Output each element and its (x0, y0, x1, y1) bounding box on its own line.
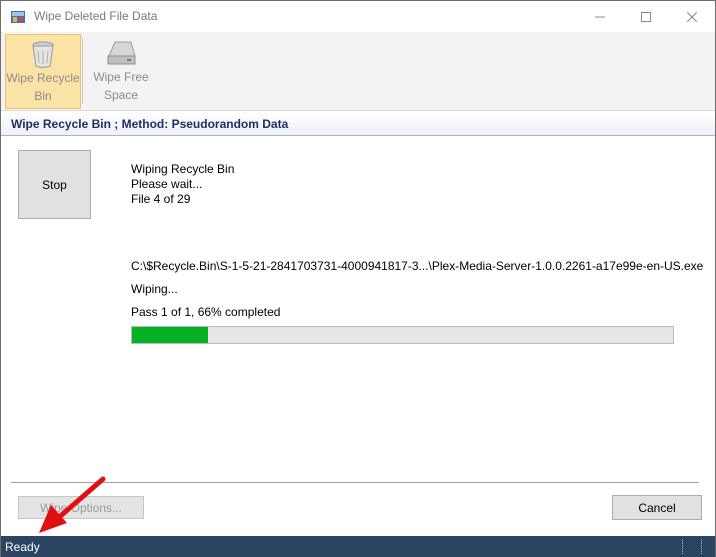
pass-progress-text: Pass 1 of 1, 66% completed (131, 305, 281, 319)
cancel-button[interactable]: Cancel (612, 495, 702, 520)
wipe-free-space-label-line2: Space (103, 88, 139, 102)
resize-grip[interactable] (701, 539, 703, 554)
maximize-button[interactable] (623, 1, 669, 32)
wipe-recycle-bin-tool-button[interactable]: Wipe Recycle Bin (5, 34, 81, 109)
window-title: Wipe Deleted File Data (34, 9, 158, 23)
recycle-bin-icon (32, 41, 54, 68)
stop-button[interactable]: Stop (18, 150, 91, 219)
toolbar: Wipe Recycle Bin Wipe Free Space (1, 32, 715, 111)
annotation-arrow-icon (39, 476, 106, 533)
status-line-2: Please wait... (131, 177, 203, 191)
status-bar-text: Ready (5, 540, 40, 554)
minimize-button[interactable] (577, 1, 623, 32)
app-icon (10, 9, 26, 25)
progress-bar (131, 326, 674, 344)
method-header-text: Wipe Recycle Bin ; Method: Pseudorandom … (11, 117, 289, 131)
method-header: Wipe Recycle Bin ; Method: Pseudorandom … (1, 112, 715, 136)
wipe-deleted-file-data-window: Wipe Deleted File Data Wipe Recycle Bin (0, 0, 716, 557)
progress-bar-fill (132, 327, 208, 343)
file-count: File 4 of 29 (131, 192, 191, 206)
wipe-recycle-bin-label-line1: Wipe Recycle (6, 71, 80, 85)
current-file-path: C:\$Recycle.Bin\S-1-5-21-2841703731-4000… (131, 259, 704, 273)
wipe-free-space-label-line1: Wipe Free (93, 70, 149, 84)
close-button[interactable] (669, 1, 715, 32)
status-line-1: Wiping Recycle Bin (131, 162, 235, 176)
status-bar-grip (682, 539, 684, 554)
wipe-recycle-bin-label-line2: Bin (34, 89, 52, 103)
title-bar: Wipe Deleted File Data (1, 1, 715, 32)
wiping-status: Wiping... (131, 282, 178, 296)
drive-icon (107, 41, 136, 65)
wipe-free-space-tool-button[interactable]: Wipe Free Space (83, 34, 159, 109)
